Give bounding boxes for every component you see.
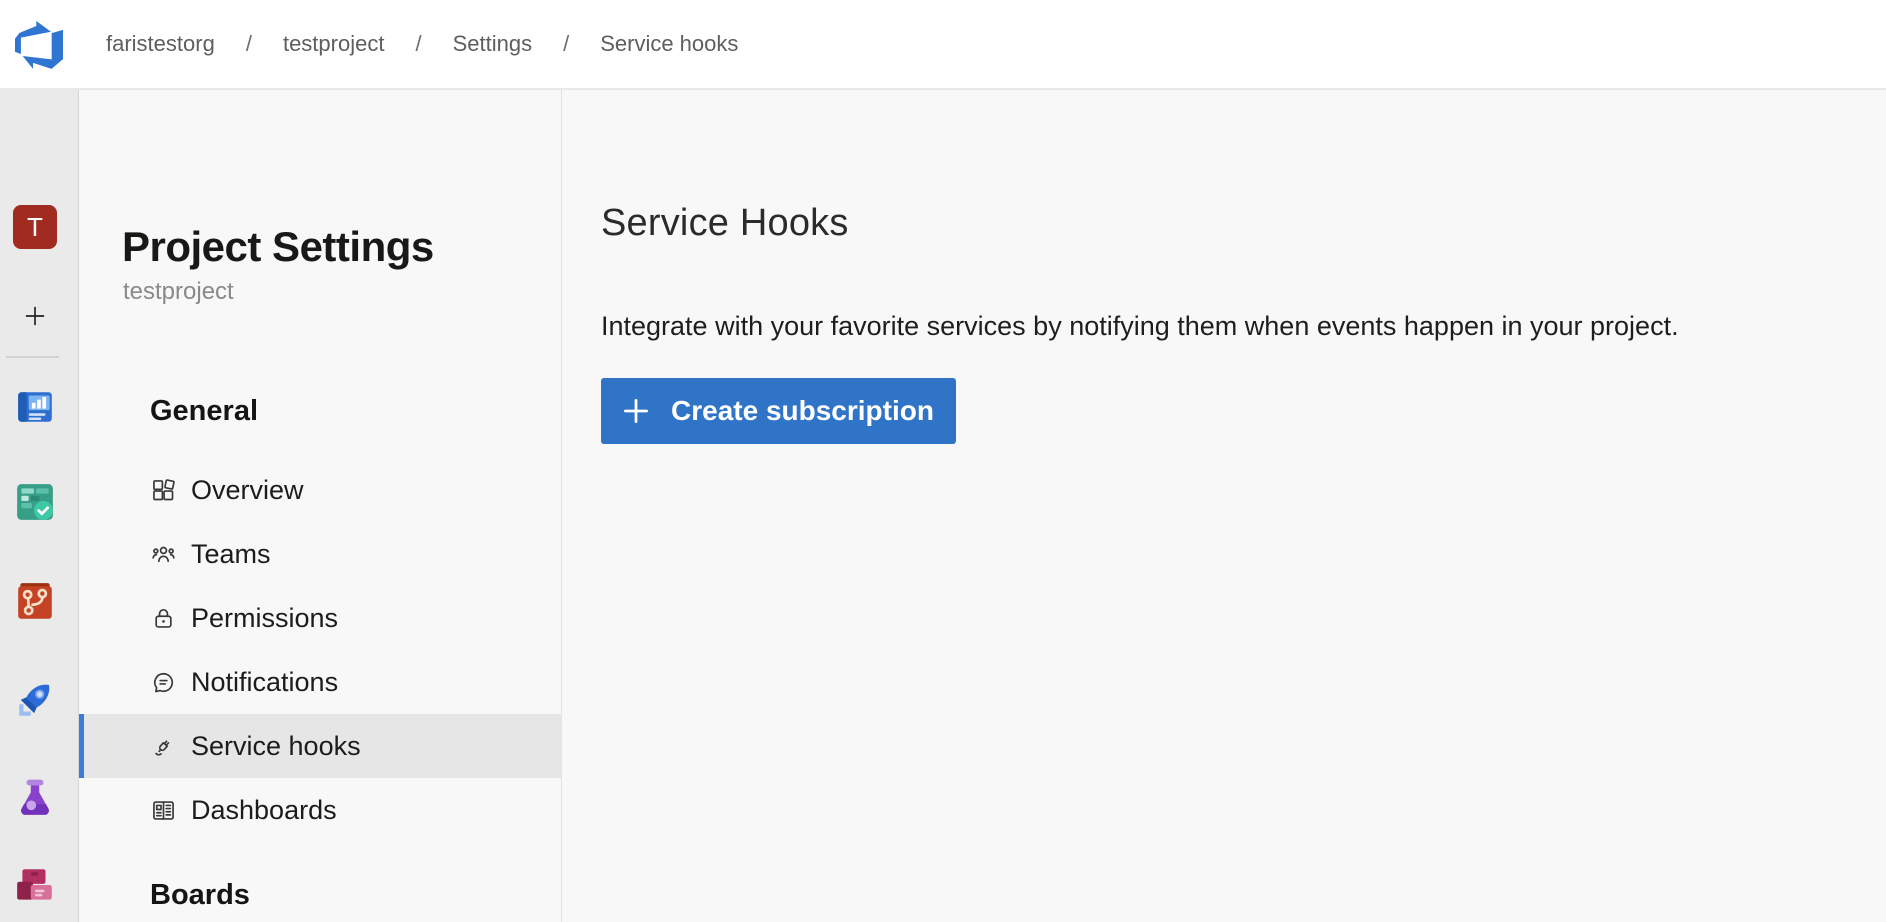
service-hooks-description: Integrate with your favorite services by… xyxy=(601,311,1679,342)
main-content: Service Hooks Integrate with your favori… xyxy=(562,90,1886,922)
app-rail: T xyxy=(0,90,79,922)
project-avatar-initial: T xyxy=(27,212,43,243)
breadcrumb-org[interactable]: faristestorg xyxy=(106,31,215,57)
breadcrumb: faristestorg / testproject / Settings / … xyxy=(106,0,738,88)
pipelines-app-icon[interactable] xyxy=(14,679,56,721)
breadcrumb-separator: / xyxy=(246,31,252,57)
add-icon[interactable] xyxy=(13,294,57,338)
nav-item-overview[interactable]: Overview xyxy=(79,458,562,522)
boards-app-icon[interactable] xyxy=(14,481,56,523)
newspaper-icon xyxy=(150,797,177,824)
azure-devops-logo[interactable] xyxy=(15,21,63,69)
test-plans-app-glyph xyxy=(14,777,56,819)
page-title: Project Settings xyxy=(122,224,434,270)
page-subtitle: testproject xyxy=(123,278,234,306)
nav-item-permissions[interactable]: Permissions xyxy=(79,586,562,650)
nav-item-label: Service hooks xyxy=(191,731,361,762)
azure-devops-logo-icon xyxy=(15,21,63,69)
overview-app-glyph xyxy=(14,386,56,428)
create-subscription-label: Create subscription xyxy=(671,395,934,427)
nav-item-label: Overview xyxy=(191,475,304,506)
plus-icon xyxy=(621,396,651,426)
rail-divider xyxy=(6,356,59,358)
plug-icon xyxy=(150,733,177,760)
comment-icon xyxy=(150,669,177,696)
test-plans-app-icon[interactable] xyxy=(14,777,56,819)
project-avatar[interactable]: T xyxy=(13,205,57,249)
plus-glyph xyxy=(21,302,49,330)
breadcrumb-service-hooks[interactable]: Service hooks xyxy=(600,31,738,57)
nav-item-label: Dashboards xyxy=(191,795,337,826)
repos-app-glyph xyxy=(14,581,56,623)
breadcrumb-separator: / xyxy=(563,31,569,57)
nav-item-dashboards[interactable]: Dashboards xyxy=(79,778,562,842)
artifacts-app-icon[interactable] xyxy=(14,865,56,907)
nav-item-label: Teams xyxy=(191,539,271,570)
service-hooks-title: Service Hooks xyxy=(601,202,849,245)
repos-app-icon[interactable] xyxy=(14,581,56,623)
nav-item-label: Permissions xyxy=(191,603,338,634)
artifacts-app-glyph xyxy=(14,865,56,907)
create-subscription-button[interactable]: Create subscription xyxy=(601,378,956,444)
breadcrumb-project[interactable]: testproject xyxy=(283,31,385,57)
section-header-general: General xyxy=(150,395,258,428)
lock-icon xyxy=(150,605,177,632)
overview-app-icon[interactable] xyxy=(14,386,56,428)
nav-item-teams[interactable]: Teams xyxy=(79,522,562,586)
section-header-boards: Boards xyxy=(150,879,250,912)
breadcrumb-separator: / xyxy=(415,31,421,57)
nav-item-notifications[interactable]: Notifications xyxy=(79,650,562,714)
settings-nav-panel: Project Settings testproject General Ove… xyxy=(79,90,562,922)
people-icon xyxy=(150,541,177,568)
nav-item-label: Notifications xyxy=(191,667,338,698)
boards-app-glyph xyxy=(14,481,56,523)
nav-item-service-hooks[interactable]: Service hooks xyxy=(79,714,562,778)
grid-icon xyxy=(150,477,177,504)
pipelines-app-glyph xyxy=(14,679,56,721)
top-bar: faristestorg / testproject / Settings / … xyxy=(0,0,1886,90)
breadcrumb-settings[interactable]: Settings xyxy=(453,31,533,57)
